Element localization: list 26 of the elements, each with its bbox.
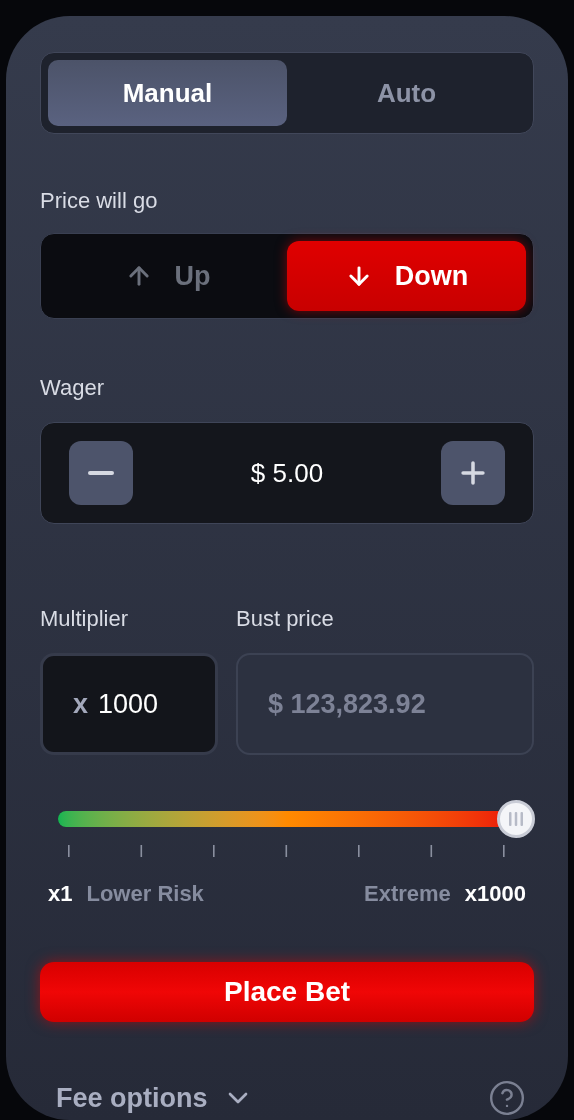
direction-button[interactable]: Up	[48, 241, 287, 311]
min-risk-caption: Lower Risk	[86, 880, 204, 908]
multiplier-value: 1000	[98, 687, 159, 721]
bust-price-label: Bust price	[236, 605, 335, 633]
bust-price-field: $ 123,823.92	[236, 653, 534, 755]
minus-icon	[88, 471, 114, 475]
slider-thumb[interactable]	[497, 800, 535, 838]
decrease-button[interactable]	[69, 441, 133, 505]
direction-label: Price will go	[40, 187, 159, 215]
grip-icon	[508, 812, 524, 826]
multiplier-label: Multiplier	[40, 605, 130, 633]
min-multiplier: x1	[48, 880, 73, 908]
max-multiplier: x1000	[464, 880, 526, 908]
help-icon[interactable]	[488, 1078, 526, 1117]
wager-label: Wager	[40, 374, 105, 402]
fee-options-toggle[interactable]: Fee options	[56, 1077, 254, 1118]
wager-value: $ 5.00	[250, 456, 324, 490]
max-risk-caption: Extreme	[363, 880, 451, 908]
increase-button[interactable]	[441, 441, 505, 505]
wager-field[interactable]: $ 5.00	[40, 422, 534, 524]
place-bet-button[interactable]: Place Bet	[40, 962, 534, 1022]
mode-tab[interactable]: Auto	[287, 60, 526, 126]
multiplier-prefix: x	[73, 687, 89, 721]
direction-button[interactable]: Down	[287, 241, 526, 311]
multiplier-field[interactable]: x 1000	[40, 653, 218, 755]
mode-tab[interactable]: Manual	[48, 60, 287, 126]
